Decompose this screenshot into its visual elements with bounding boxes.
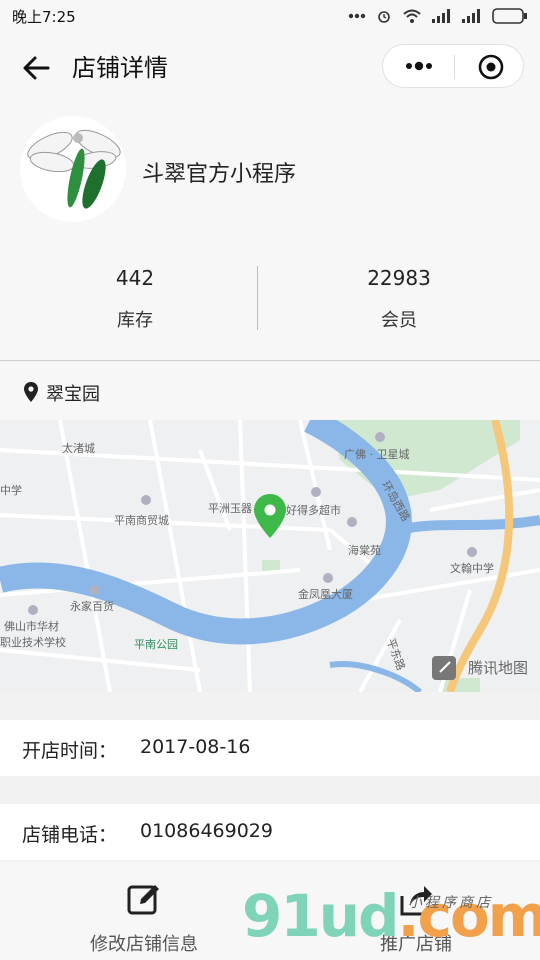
close-miniprogram-icon[interactable] (477, 53, 505, 81)
status-time: 晚上7:25 (12, 7, 76, 26)
open-date-value: 2017-08-16 (140, 736, 251, 758)
edit-store-button[interactable]: 修改店铺信息 (44, 862, 244, 960)
stat-value: 442 (115, 266, 155, 290)
watermark-sub: 小程序商店 (408, 895, 493, 911)
more-icon[interactable] (401, 53, 437, 79)
stat-label: 会员 (381, 310, 417, 331)
stat-value: 22983 (367, 266, 431, 290)
nav-bar: 店铺详情 (0, 32, 540, 102)
store-name: 斗翠官方小程序 (142, 162, 297, 187)
watermark-logo: 91ud.com (242, 882, 540, 950)
map-label: 佛山市华材 (4, 620, 59, 633)
map-label: 金凤凰大厦 (298, 588, 353, 601)
capsule-divider (454, 55, 455, 79)
map-provider: 腾讯地图 (438, 657, 528, 678)
page-title: 店铺详情 (72, 54, 168, 82)
map-label: 海棠苑 (348, 544, 381, 557)
open-date-key: 开店时间： (22, 740, 118, 762)
phone-value: 01086469029 (140, 820, 273, 842)
map-label: 中学 (0, 484, 22, 497)
dragonfly-logo-image (27, 129, 121, 209)
signal-icon (462, 9, 480, 23)
mini-program-capsule (382, 44, 524, 88)
back-arrow-icon[interactable] (20, 52, 52, 84)
location-pin-icon (24, 382, 38, 402)
map-provider-label: 腾讯地图 (467, 659, 528, 677)
stat-members[interactable]: 22983 会员 (264, 266, 534, 332)
map-label: 好得多超市 (286, 504, 341, 517)
open-date-row: 开店时间： 2017-08-16 (0, 720, 540, 776)
phone-key: 店铺电话： (22, 824, 118, 846)
status-bar: 晚上7:25 (0, 0, 540, 32)
map-label: 文翰中学 (450, 562, 494, 575)
watermark-brand: 91ud (242, 882, 400, 950)
map-canvas (0, 420, 540, 692)
site-watermark: 91ud.com 小程序商店 (242, 882, 540, 960)
location-name: 翠宝园 (46, 384, 100, 405)
store-stats: 442 库存 22983 会员 (0, 232, 540, 361)
map-label: 太渚城 (62, 442, 95, 455)
store-header: 斗翠官方小程序 (0, 102, 540, 232)
phone-row[interactable]: 店铺电话： 01086469029 (0, 804, 540, 860)
status-icons (348, 8, 528, 24)
store-map[interactable]: 太渚城 中学 平南商贸城 永家百货 佛山市华材 职业技术学校 平南公园 平洲玉器… (0, 420, 540, 692)
map-label: 平洲玉器 (208, 502, 252, 515)
stat-inventory[interactable]: 442 库存 (0, 266, 270, 332)
stats-divider (257, 266, 258, 330)
map-label: 平南公园 (134, 638, 178, 651)
store-location[interactable]: 翠宝园 (0, 362, 540, 420)
store-logo (20, 116, 126, 222)
battery-icon (492, 8, 527, 24)
map-label: 平南商贸城 (114, 514, 169, 527)
map-label: 永家百货 (70, 600, 114, 613)
edit-icon (127, 885, 159, 915)
map-label: 职业技术学校 (0, 636, 66, 649)
edit-store-label: 修改店铺信息 (90, 934, 198, 955)
map-label: 广佛 · 卫星城 (344, 448, 410, 461)
dots-icon (348, 13, 366, 19)
wifi-icon (403, 9, 421, 23)
stat-label: 库存 (117, 310, 153, 331)
signal-icon (432, 9, 450, 23)
alarm-icon (378, 11, 390, 23)
